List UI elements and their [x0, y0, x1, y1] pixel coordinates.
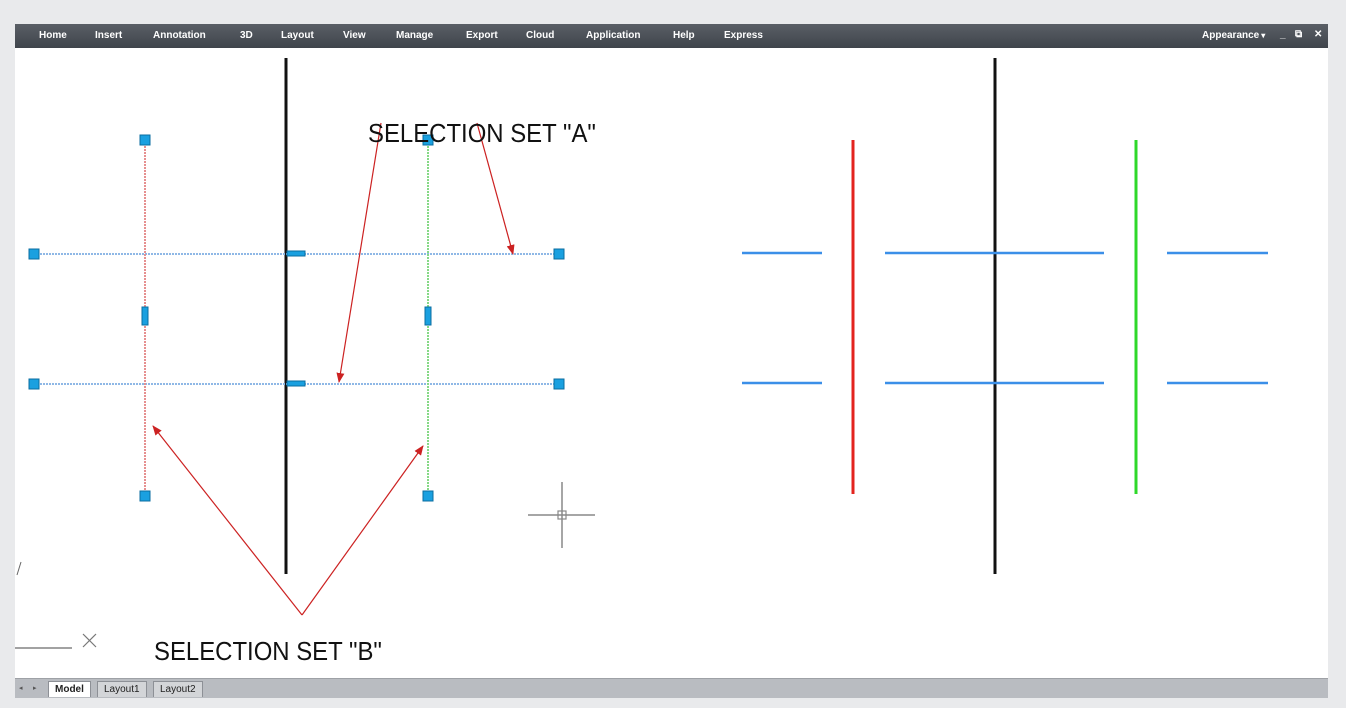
menu-cloud[interactable]: Cloud [526, 30, 554, 41]
menu-export[interactable]: Export [466, 30, 498, 41]
appearance-dropdown[interactable]: Appearance ▾ [1202, 30, 1265, 41]
tab-layout2[interactable]: Layout2 [153, 681, 203, 697]
menu-manage[interactable]: Manage [396, 30, 433, 41]
crosshair-cursor-icon [528, 482, 595, 548]
arrow-b-to-red-line [152, 425, 303, 616]
ribbon-menubar: Home Insert Annotation 3D Layout View Ma… [15, 24, 1328, 48]
grip-green-bottom[interactable] [422, 490, 434, 502]
grip-red-bottom[interactable] [139, 490, 151, 502]
restore-icon[interactable]: ⧉ [1295, 29, 1302, 40]
layout-tab-bar: ◂ ▸ Model Layout1 Layout2 [15, 678, 1328, 698]
close-icon[interactable]: ✕ [1314, 29, 1322, 40]
grip-mid-top[interactable] [286, 250, 306, 257]
grip-top-left[interactable] [28, 248, 40, 260]
chevron-down-icon: ▾ [1261, 31, 1266, 40]
minimize-icon[interactable]: _ [1280, 29, 1286, 40]
menu-application[interactable]: Application [586, 30, 640, 41]
tab-nav-next-icon[interactable]: ▸ [33, 684, 41, 693]
tab-model[interactable]: Model [48, 681, 91, 697]
arrow-b-to-green-line [301, 445, 424, 616]
tab-layout1[interactable]: Layout1 [97, 681, 147, 697]
menu-express[interactable]: Express [724, 30, 763, 41]
tab-nav-prev-icon[interactable]: ◂ [19, 684, 27, 693]
arrow-a-to-bottom-line [336, 122, 382, 383]
appearance-label: Appearance [1202, 30, 1260, 41]
grip-top-right[interactable] [553, 248, 565, 260]
selection-set-a-label: SELECTION SET "A" [368, 118, 596, 148]
grip-red-mid[interactable] [141, 306, 149, 326]
menu-home[interactable]: Home [39, 30, 67, 41]
grip-mid-bottom[interactable] [286, 380, 306, 387]
menu-help[interactable]: Help [673, 30, 695, 41]
menu-3d[interactable]: 3D [240, 30, 253, 41]
grip-bottom-left[interactable] [28, 378, 40, 390]
grip-bottom-right[interactable] [553, 378, 565, 390]
grip-green-mid[interactable] [424, 306, 432, 326]
ucs-axis-icon [15, 561, 97, 649]
drawing-canvas[interactable]: SELECTION SET "A" SELECTION SET "B" [15, 48, 1328, 680]
cad-window: Home Insert Annotation 3D Layout View Ma… [15, 24, 1328, 698]
drawing-svg [15, 58, 1268, 649]
menu-insert[interactable]: Insert [95, 30, 122, 41]
selection-set-b-label: SELECTION SET "B" [154, 636, 382, 666]
grip-red-top[interactable] [139, 134, 151, 146]
menu-view[interactable]: View [343, 30, 366, 41]
menu-annotation[interactable]: Annotation [153, 30, 206, 41]
menu-layout[interactable]: Layout [281, 30, 314, 41]
